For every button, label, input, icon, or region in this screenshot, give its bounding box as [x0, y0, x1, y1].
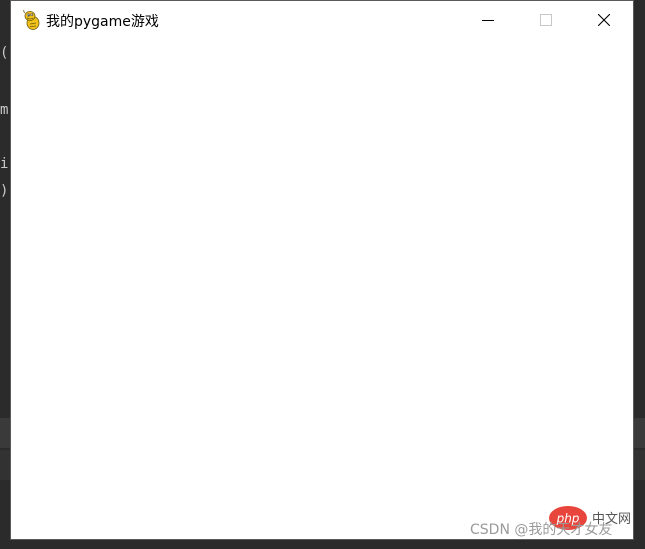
code-fragment: m: [0, 102, 9, 118]
minimize-button[interactable]: [459, 1, 517, 39]
maximize-button[interactable]: [517, 1, 575, 39]
watermark-text: CSDN @我的天才女友: [470, 522, 613, 538]
pygame-snake-icon: [22, 9, 42, 31]
window-title: 我的pygame游戏: [46, 14, 159, 30]
game-canvas[interactable]: [11, 39, 633, 539]
title-bar[interactable]: 我的pygame游戏: [11, 1, 633, 39]
pygame-window: 我的pygame游戏: [10, 0, 634, 540]
close-icon: [598, 14, 610, 26]
minimize-icon: [482, 20, 494, 21]
code-fragment: ): [0, 183, 9, 199]
close-button[interactable]: [575, 1, 633, 39]
code-fragment: (: [0, 45, 9, 61]
code-fragment: i: [0, 156, 9, 172]
maximize-icon: [540, 14, 552, 26]
